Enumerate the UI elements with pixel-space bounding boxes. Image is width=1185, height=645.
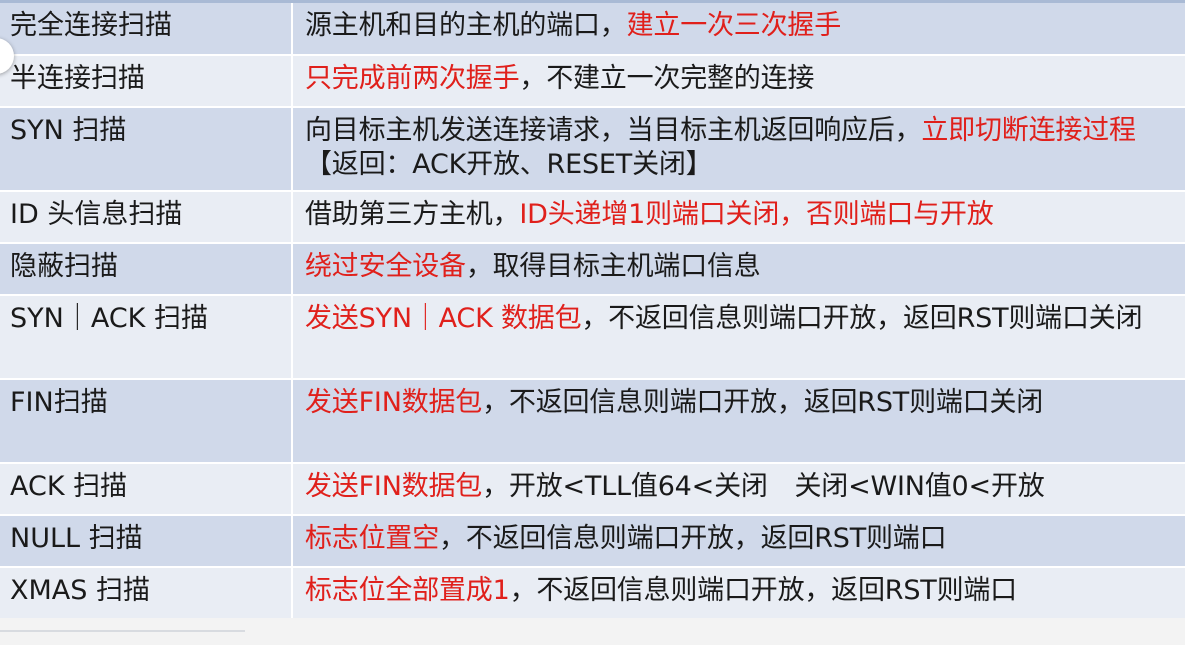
table-row: 半连接扫描 只完成前两次握手，不建立一次完整的连接: [0, 55, 1185, 108]
table-row: FIN扫描 发送FIN数据包，不返回信息则端口开放，返回RST则端口关闭: [0, 379, 1185, 464]
desc-highlight: 发送SYN｜ACK 数据包: [305, 303, 582, 334]
desc-segment: ，不返回信息则端口开放，返回RST则端口关闭: [482, 387, 1044, 418]
table-row: SYN｜ACK 扫描 发送SYN｜ACK 数据包，不返回信息则端口开放，返回RS…: [0, 295, 1185, 380]
desc-segment: ，开放<TLL值64<关闭 关闭<WIN值0<开放: [482, 471, 1045, 502]
scan-desc-cell: 向目标主机发送连接请求，当目标主机返回响应后，立即切断连接过程【返回：ACK开放…: [292, 107, 1185, 192]
scan-desc-cell: 发送FIN数据包，开放<TLL值64<关闭 关闭<WIN值0<开放: [292, 463, 1185, 516]
desc-segment: ，不返回信息则端口开放，返回RST则端口: [509, 575, 1018, 606]
table-row: 隐蔽扫描 绕过安全设备，取得目标主机端口信息: [0, 243, 1185, 296]
scan-name-cell: 隐蔽扫描: [0, 243, 293, 296]
scan-name-cell: XMAS 扫描: [0, 567, 293, 618]
scan-name-cell: ID 头信息扫描: [0, 191, 293, 244]
scan-name-cell: FIN扫描: [0, 379, 293, 464]
scan-name-cell: 完全连接扫描: [0, 1, 293, 56]
desc-highlight: 建立一次三次握手: [626, 10, 842, 41]
table-row: SYN 扫描 向目标主机发送连接请求，当目标主机返回响应后，立即切断连接过程【返…: [0, 107, 1185, 192]
scan-types-table: 完全连接扫描 源主机和目的主机的端口，建立一次三次握手 半连接扫描 只完成前两次…: [0, 0, 1185, 618]
scan-desc-cell: 绕过安全设备，取得目标主机端口信息: [292, 243, 1185, 296]
desc-highlight: 只完成前两次握手: [305, 63, 520, 94]
desc-segment: ，不返回信息则端口开放，返回RST则端口: [439, 523, 947, 554]
scan-name-cell: SYN 扫描: [0, 107, 293, 192]
table-row: NULL 扫描 标志位置空，不返回信息则端口开放，返回RST则端口: [0, 515, 1185, 568]
desc-segment: ，不建立一次完整的连接: [519, 63, 815, 94]
scan-desc-cell: 源主机和目的主机的端口，建立一次三次握手: [292, 1, 1185, 56]
desc-segment: 源主机和目的主机的端口，: [305, 10, 627, 41]
desc-highlight: 立即切断连接过程: [921, 115, 1136, 146]
scan-desc-cell: 标志位全部置成1，不返回信息则端口开放，返回RST则端口: [292, 567, 1185, 618]
table-row: ACK 扫描 发送FIN数据包，开放<TLL值64<关闭 关闭<WIN值0<开放: [0, 463, 1185, 516]
desc-highlight: 绕过安全设备: [305, 251, 466, 282]
desc-highlight: 发送FIN数据包: [305, 387, 483, 418]
desc-segment: 【返回：ACK开放、RESET关闭】: [305, 149, 713, 180]
desc-segment: ，取得目标主机端口信息: [465, 251, 761, 282]
desc-highlight: 标志位置空: [305, 523, 439, 554]
slide: 完全连接扫描 源主机和目的主机的端口，建立一次三次握手 半连接扫描 只完成前两次…: [0, 0, 1185, 645]
scan-desc-cell: 发送FIN数据包，不返回信息则端口开放，返回RST则端口关闭: [292, 379, 1185, 464]
desc-segment: 向目标主机发送连接请求，当目标主机返回响应后，: [305, 115, 922, 146]
scan-desc-cell: 标志位置空，不返回信息则端口开放，返回RST则端口: [292, 515, 1185, 568]
table-row: 完全连接扫描 源主机和目的主机的端口，建立一次三次握手: [0, 1, 1185, 56]
scan-desc-cell: 只完成前两次握手，不建立一次完整的连接: [292, 55, 1185, 108]
slide-bottom-margin: [0, 630, 1185, 645]
scan-name-cell: SYN｜ACK 扫描: [0, 295, 293, 380]
scan-name-cell: 半连接扫描: [0, 55, 293, 108]
table-row: ID 头信息扫描 借助第三方主机，ID头递增1则端口关闭，否则端口与开放: [0, 191, 1185, 244]
scan-desc-cell: 发送SYN｜ACK 数据包，不返回信息则端口开放，返回RST则端口关闭: [292, 295, 1185, 380]
scan-desc-cell: 借助第三方主机，ID头递增1则端口关闭，否则端口与开放: [292, 191, 1185, 244]
divider: [0, 630, 245, 632]
desc-highlight: 标志位全部置成1: [305, 575, 510, 606]
desc-highlight: 发送FIN数据包: [305, 471, 483, 502]
scan-name-cell: ACK 扫描: [0, 463, 293, 516]
scan-name-cell: NULL 扫描: [0, 515, 293, 568]
desc-segment: ，不返回信息则端口开放，返回RST则端口关闭: [581, 303, 1143, 334]
desc-segment: 借助第三方主机，: [305, 199, 520, 230]
desc-highlight: ID头递增1则端口关闭，否则端口与开放: [519, 199, 994, 230]
table-row: XMAS 扫描 标志位全部置成1，不返回信息则端口开放，返回RST则端口: [0, 567, 1185, 618]
